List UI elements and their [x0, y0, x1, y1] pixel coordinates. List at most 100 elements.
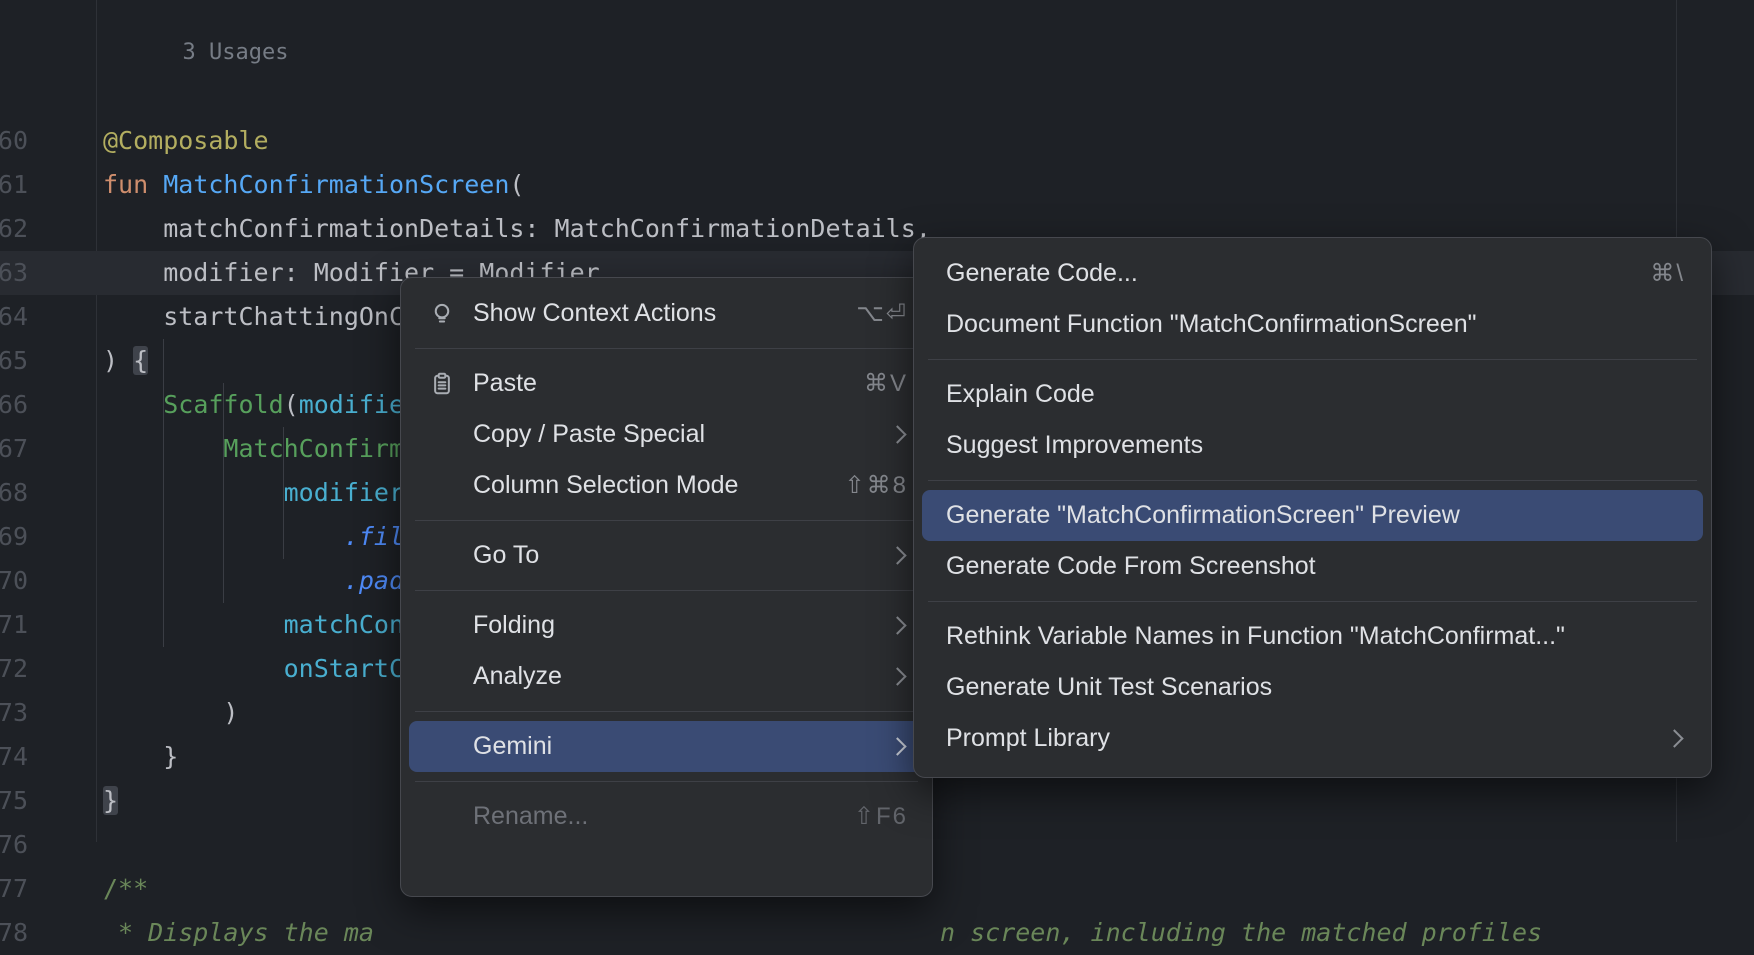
shortcut-label: ⌘\: [1650, 259, 1685, 288]
menu-item-generate-code[interactable]: Generate Code...⌘\: [914, 248, 1711, 299]
line-number[interactable]: 74: [0, 735, 28, 779]
code-token: [103, 654, 284, 683]
code-token: {: [133, 346, 148, 375]
menu-item-label: Analyze: [473, 662, 562, 691]
menu-item-paste[interactable]: Paste ⌘V: [401, 358, 932, 409]
code-token: [103, 566, 344, 595]
code-token: [103, 478, 284, 507]
menu-item-analyze[interactable]: Analyze: [401, 651, 932, 702]
editor-context-menu: Show Context Actions⌥⏎ Paste ⌘V Copy / Past…: [400, 277, 933, 897]
code-token: fun: [103, 170, 163, 199]
usages-inlay-hint[interactable]: 3 Usages: [0, 0, 1754, 119]
code-token: .pad: [344, 566, 404, 595]
code-token: [103, 390, 163, 419]
menu-item-copy-paste-special[interactable]: Copy / Paste Special: [401, 409, 932, 460]
menu-item-label: Document Function "MatchConfirmationScre…: [946, 310, 1476, 339]
code-token: [103, 610, 284, 639]
code-token: .fil: [344, 522, 404, 551]
menu-item-generate-matchconfirmationscreen-preview[interactable]: Generate "MatchConfirmationScreen" Previ…: [922, 490, 1703, 541]
menu-separator: [415, 520, 918, 521]
code-token: matchConfirmationDetails: MatchConfirmat…: [103, 214, 931, 243]
line-number[interactable]: 67: [0, 427, 28, 471]
code-token: }: [103, 742, 178, 771]
line-number[interactable]: 63: [0, 251, 28, 295]
line-number[interactable]: 77: [0, 867, 28, 911]
code-token: n screen, including the matched profiles: [940, 911, 1542, 955]
menu-item-explain-code[interactable]: Explain Code: [914, 369, 1711, 420]
chevron-right-icon: [1665, 729, 1683, 747]
menu-separator: [415, 590, 918, 591]
menu-item-label: Explain Code: [946, 380, 1095, 409]
menu-separator: [928, 480, 1697, 481]
line-number[interactable]: 78: [0, 911, 28, 955]
line-number[interactable]: 76: [0, 823, 28, 867]
chevron-right-icon: [888, 737, 906, 755]
line-number[interactable]: 72: [0, 647, 28, 691]
code-line-61[interactable]: 61fun MatchConfirmationScreen(: [0, 163, 1754, 207]
code-token: onStartC: [284, 654, 404, 683]
menu-item-label: Show Context Actions: [473, 299, 716, 328]
code-token: @Composable: [103, 126, 269, 155]
menu-item-label: Generate Code From Screenshot: [946, 552, 1316, 581]
menu-separator: [415, 781, 918, 782]
menu-item-label: Column Selection Mode: [473, 471, 738, 500]
menu-item-label: Generate "MatchConfirmationScreen" Previ…: [946, 501, 1460, 530]
code-token: Scaffold: [163, 390, 283, 419]
menu-separator: [928, 601, 1697, 602]
menu-item-label: Rethink Variable Names in Function "Matc…: [946, 622, 1565, 651]
menu-item-prompt-library[interactable]: Prompt Library: [914, 713, 1711, 764]
lightbulb-icon: [429, 301, 455, 327]
chevron-right-icon: [888, 667, 906, 685]
line-number[interactable]: 62: [0, 207, 28, 251]
menu-item-column-selection-mode[interactable]: Column Selection Mode ⇧⌘8: [401, 460, 932, 511]
menu-item-gemini[interactable]: Gemini: [409, 721, 924, 772]
line-number[interactable]: 73: [0, 691, 28, 735]
line-number[interactable]: 64: [0, 295, 28, 339]
line-number[interactable]: 71: [0, 603, 28, 647]
shortcut-label: ⇧F6: [854, 802, 908, 831]
code-token: MatchConfirmationScreen: [163, 170, 509, 199]
code-token: (: [284, 390, 299, 419]
menu-item-document-function-matchconfirmationscree[interactable]: Document Function "MatchConfirmationScre…: [914, 299, 1711, 350]
line-number[interactable]: 75: [0, 779, 28, 823]
code-token: * Displays the ma: [103, 918, 374, 947]
menu-item-go-to[interactable]: Go To: [401, 530, 932, 581]
menu-item-rename[interactable]: Rename... ⇧F6: [401, 791, 932, 842]
line-number[interactable]: 61: [0, 163, 28, 207]
chevron-right-icon: [888, 425, 906, 443]
menu-item-label: Copy / Paste Special: [473, 420, 705, 449]
code-token: ): [103, 346, 133, 375]
code-token: modifier: [284, 478, 404, 507]
menu-item-show-context-actions[interactable]: Show Context Actions⌥⏎: [401, 288, 932, 339]
line-number[interactable]: 65: [0, 339, 28, 383]
code-line-60[interactable]: 60 @Composable: [0, 119, 1754, 163]
shortcut-label: ⌘V: [864, 369, 908, 398]
line-number[interactable]: 70: [0, 559, 28, 603]
menu-separator: [928, 359, 1697, 360]
menu-item-generate-unit-test-scenarios[interactable]: Generate Unit Test Scenarios: [914, 662, 1711, 713]
gemini-submenu: Generate Code...⌘\ Document Function "Mat…: [913, 237, 1712, 778]
menu-item-rethink-variable-names-in-function-match[interactable]: Rethink Variable Names in Function "Matc…: [914, 611, 1711, 662]
menu-item-generate-code-from-screenshot[interactable]: Generate Code From Screenshot: [914, 541, 1711, 592]
code-token: [103, 522, 344, 551]
line-number[interactable]: 68: [0, 471, 28, 515]
line-number[interactable]: 60: [0, 119, 28, 163]
code-token: [103, 434, 223, 463]
shortcut-label: ⇧⌘8: [845, 471, 908, 500]
menu-item-label: Generate Unit Test Scenarios: [946, 673, 1272, 702]
chevron-right-icon: [888, 616, 906, 634]
menu-item-suggest-improvements[interactable]: Suggest Improvements: [914, 420, 1711, 471]
menu-item-label: Folding: [473, 611, 555, 640]
code-token: MatchConfirm: [223, 434, 404, 463]
menu-item-label: Go To: [473, 541, 539, 570]
menu-item-label: Rename...: [473, 802, 588, 831]
menu-item-label: Suggest Improvements: [946, 431, 1203, 460]
code-line-78[interactable]: 78 * Displays the ma n screen, including …: [0, 911, 1754, 955]
usages-inlay-label[interactable]: 3 Usages: [182, 40, 288, 65]
line-number[interactable]: 69: [0, 515, 28, 559]
menu-item-folding[interactable]: Folding: [401, 600, 932, 651]
line-number[interactable]: 66: [0, 383, 28, 427]
menu-separator: [415, 348, 918, 349]
menu-item-label: Paste: [473, 369, 537, 398]
clipboard-icon: [429, 371, 455, 397]
